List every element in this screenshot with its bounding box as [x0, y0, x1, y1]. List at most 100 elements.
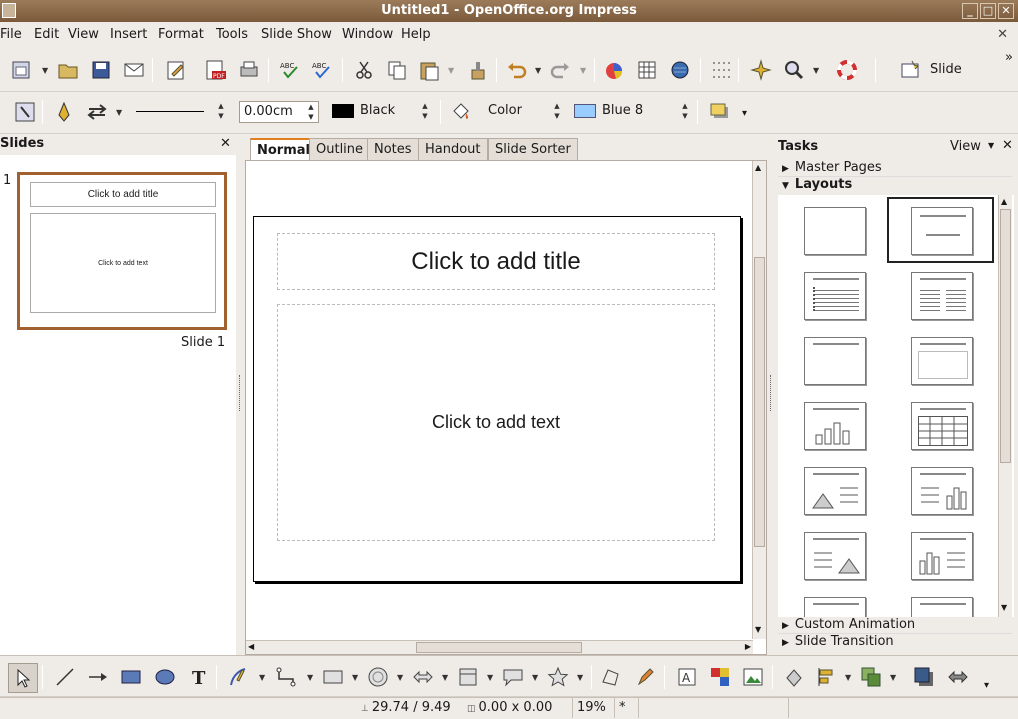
show-draw-functions-icon[interactable]: [748, 57, 774, 83]
line-icon[interactable]: [51, 99, 77, 125]
print-icon[interactable]: [236, 57, 262, 83]
glue-points-icon[interactable]: [632, 664, 658, 690]
area-paint-bucket-icon[interactable]: [448, 99, 474, 125]
menu-tools[interactable]: Tools: [216, 27, 248, 42]
spin-arrows-icon[interactable]: ▲ ▼: [304, 102, 318, 122]
toolbar-overflow-icon[interactable]: »: [1005, 50, 1013, 65]
scroll-thumb[interactable]: [754, 257, 765, 547]
chevron-down-icon[interactable]: ▼: [442, 673, 448, 682]
chevron-down-icon[interactable]: ▼: [42, 66, 48, 75]
line-width-field[interactable]: 0.00cm ▲ ▼: [239, 101, 319, 123]
menu-window[interactable]: Window: [342, 27, 393, 42]
menu-view[interactable]: View: [68, 27, 99, 42]
grid-icon[interactable]: [708, 57, 734, 83]
chevron-down-icon[interactable]: ▼: [397, 673, 403, 682]
layout-title-only[interactable]: [911, 207, 973, 255]
chevron-down-icon[interactable]: ▼: [259, 673, 265, 682]
close-tasks-panel-icon[interactable]: ✕: [1002, 138, 1013, 153]
arrow-line-tool-icon[interactable]: [85, 664, 111, 690]
gallery-image-icon[interactable]: [740, 664, 766, 690]
layouts-scrollbar[interactable]: ▲ ▼: [998, 195, 1012, 617]
export-pdf-icon[interactable]: PDF: [203, 57, 229, 83]
text-tool-icon[interactable]: T: [186, 664, 212, 690]
ellipse-tool-icon[interactable]: [152, 664, 178, 690]
table-icon[interactable]: [634, 57, 660, 83]
scroll-down-icon[interactable]: ▼: [755, 625, 761, 634]
slide-thumbnail[interactable]: Click to add title Click to add text: [17, 172, 227, 330]
scroll-down-icon[interactable]: ▼: [1001, 603, 1007, 612]
area-color-select[interactable]: Blue 8 ▲ ▼: [570, 101, 692, 123]
toolbar-overflow-icon[interactable]: ▾: [742, 108, 747, 119]
line-style-select[interactable]: ▲ ▼: [132, 101, 228, 123]
chevron-down-icon[interactable]: ▼: [532, 673, 538, 682]
tab-notes[interactable]: Notes: [367, 138, 419, 162]
layout-title-text-chart[interactable]: [911, 467, 973, 515]
email-icon[interactable]: [121, 57, 147, 83]
basic-shapes-icon[interactable]: [320, 664, 346, 690]
styles-icon[interactable]: [12, 99, 38, 125]
vertical-scrollbar[interactable]: ▲ ▼: [752, 161, 766, 639]
navigator-icon[interactable]: [667, 57, 693, 83]
minimize-icon[interactable]: _: [962, 3, 978, 19]
tab-outline[interactable]: Outline: [309, 138, 371, 162]
autospellcheck-icon[interactable]: ABC: [310, 57, 336, 83]
layout-title-table[interactable]: [911, 402, 973, 450]
scroll-up-icon[interactable]: ▲: [755, 163, 761, 172]
menu-file[interactable]: File: [0, 27, 22, 42]
cut-icon[interactable]: [351, 57, 377, 83]
chevron-down-icon[interactable]: ▼: [487, 673, 493, 682]
close-window-icon[interactable]: ✕: [998, 3, 1014, 19]
menu-help[interactable]: Help: [401, 27, 431, 42]
chevron-down-icon[interactable]: ▼: [116, 108, 122, 117]
extrusion-icon[interactable]: [945, 664, 971, 690]
chevron-down-icon[interactable]: ▼: [448, 66, 454, 75]
layout-title-2-content[interactable]: [911, 272, 973, 320]
section-layouts[interactable]: ▼ Layouts: [778, 177, 1012, 194]
toolbar-overflow-icon[interactable]: ▾: [984, 680, 989, 691]
layout-blank[interactable]: [804, 207, 866, 255]
layout-title-chart[interactable]: [804, 402, 866, 450]
select-pointer-icon[interactable]: [8, 663, 38, 693]
line-tool-icon[interactable]: [52, 664, 78, 690]
tasks-view-menu[interactable]: View: [950, 139, 981, 154]
align-icon[interactable]: [813, 664, 839, 690]
points-icon[interactable]: [598, 664, 624, 690]
section-custom-animation[interactable]: ▶ Custom Animation: [778, 617, 1012, 634]
chart-icon[interactable]: [601, 57, 627, 83]
effects-rotate-icon[interactable]: [781, 664, 807, 690]
close-slides-panel-icon[interactable]: ✕: [220, 136, 231, 151]
window-menu-icon[interactable]: [2, 3, 16, 18]
chevron-down-icon[interactable]: ▼: [845, 673, 851, 682]
menu-insert[interactable]: Insert: [110, 27, 147, 42]
layout-title-clipart-text[interactable]: [804, 467, 866, 515]
redo-icon[interactable]: [548, 57, 574, 83]
scroll-right-icon[interactable]: ▶: [745, 642, 751, 651]
menu-format[interactable]: Format: [158, 27, 204, 42]
slide-button-label[interactable]: Slide: [930, 62, 962, 77]
layout-title-content[interactable]: [804, 272, 866, 320]
horizontal-scrollbar[interactable]: ◀ ▶: [246, 640, 753, 654]
rectangle-tool-icon[interactable]: [118, 664, 144, 690]
open-folder-icon[interactable]: [55, 57, 81, 83]
maximize-icon[interactable]: □: [980, 3, 996, 19]
section-master-pages[interactable]: ▶ Master Pages: [778, 160, 1012, 177]
chevron-down-icon[interactable]: ▼: [577, 673, 583, 682]
from-file-icon[interactable]: [707, 664, 733, 690]
curve-tool-icon[interactable]: [225, 664, 251, 690]
layout-title-object[interactable]: [804, 597, 866, 617]
splitter-right[interactable]: [767, 135, 775, 655]
block-arrows-icon[interactable]: [410, 664, 436, 690]
title-placeholder[interactable]: Click to add title: [277, 233, 715, 290]
spellcheck-icon[interactable]: ABC: [278, 57, 304, 83]
chevron-down-icon[interactable]: ▼: [890, 673, 896, 682]
layout-title-chart-text[interactable]: [911, 532, 973, 580]
area-style-select[interactable]: Color ▲ ▼: [484, 101, 564, 123]
edit-file-icon[interactable]: [163, 57, 189, 83]
layout-title-text-box[interactable]: [804, 337, 866, 385]
tab-normal[interactable]: Normal: [250, 138, 317, 162]
copy-icon[interactable]: [384, 57, 410, 83]
slide-canvas[interactable]: Click to add title Click to add text: [253, 216, 741, 582]
close-document-icon[interactable]: ✕: [997, 27, 1008, 42]
undo-icon[interactable]: [503, 57, 529, 83]
symbol-shapes-icon[interactable]: [365, 664, 391, 690]
